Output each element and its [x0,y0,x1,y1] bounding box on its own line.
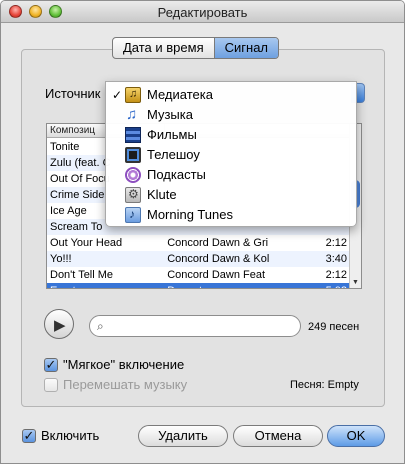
scroll-down-arrow-icon[interactable]: ▼ [352,279,359,286]
table-row[interactable]: Out Your Head Concord Dawn & Gri 2:12 [47,235,349,251]
soft-start-option[interactable]: ✓ "Мягкое" включение [44,357,184,372]
menu-item[interactable]: Телешоу [106,145,356,165]
search-icon: ⌕ [97,319,104,333]
window-title: Редактировать [157,5,248,20]
ok-button[interactable]: OK [327,425,385,447]
shuffle-label: Перемешать музыку [63,377,188,392]
menu-item-label: Фильмы [147,127,197,142]
song-name-cell: Don't Tell Me [50,269,114,281]
play-button[interactable]: ▶ [44,309,74,339]
menu-item-label: Медиатека [147,87,213,102]
tv-shows-icon [125,147,141,163]
search-input[interactable] [114,318,294,334]
artist-cell: Despot [164,283,295,288]
table-row[interactable]: Yo!!! Concord Dawn & Kol 3:40 [47,251,349,267]
menu-item[interactable]: Подкасты [106,165,356,185]
song-name-cell: Empty [47,283,164,288]
cancel-button[interactable]: Отмена [233,425,323,447]
podcasts-icon [125,167,141,183]
playlist-icon [125,207,141,223]
shuffle-checkbox [44,377,58,392]
menu-item-label: Музыка [147,107,193,122]
artist-cell: Concord Dawn Feat [167,269,266,281]
song-name-cell: Yo!!! [50,253,72,265]
tab-control: Дата и время Сигнал [112,37,280,59]
table-row[interactable]: Don't Tell Me Concord Dawn Feat 2:12 [47,267,349,283]
soft-start-label: "Мягкое" включение [63,357,185,372]
tab-signal[interactable]: Сигнал [213,38,279,58]
menu-item-label: Klute [147,187,177,202]
menu-item[interactable]: Klute [106,185,356,205]
checkmark-icon: ✓ [112,88,123,102]
shuffle-option: Перемешать музыку [44,377,187,392]
play-icon: ▶ [54,317,66,334]
menu-item[interactable]: Музыка [106,105,356,125]
menu-item-label: Телешоу [147,147,200,162]
tab-date-time[interactable]: Дата и время [113,38,214,58]
title-bar: Редактировать [1,1,404,23]
artist-cell: Concord Dawn & Kol [167,253,270,265]
artist-cell: Concord Dawn & Gri [167,237,269,249]
enable-label: Включить [41,428,100,443]
source-menu: ✓ Медиатека Музыка Фильмы Телешоу Подкасты Klu… [105,81,357,227]
music-icon [125,106,141,123]
smart-playlist-icon [125,187,141,203]
time-cell: 2:12 [325,269,348,281]
menu-item-label: Подкасты [147,167,206,182]
menu-item[interactable]: ✓ Медиатека [106,85,356,105]
library-icon [125,87,141,103]
song-name-cell: Out Your Head [50,237,123,249]
search-field[interactable]: ⌕ [89,315,301,337]
time-cell: 3:40 [325,253,348,265]
time-cell: 2:12 [325,237,348,249]
song-count: 249 песен [308,321,360,333]
menu-item[interactable]: Morning Tunes [106,205,356,225]
delete-button[interactable]: Удалить [138,425,228,447]
movies-icon [125,127,141,143]
source-label: Источник [45,86,101,101]
enable-option[interactable]: ✓ Включить [22,428,99,443]
enable-checkbox[interactable]: ✓ [22,428,36,443]
table-row[interactable]: EmptyDespot5:02 [47,283,349,288]
song-info: Песня: Empty [290,379,359,391]
edit-window: Редактировать Дата и время Сигнал Источн… [0,0,405,464]
menu-item[interactable]: Фильмы [106,125,356,145]
menu-item-label: Morning Tunes [147,207,233,222]
soft-start-checkbox[interactable]: ✓ [44,357,58,372]
time-cell: 5:02 [295,283,349,288]
